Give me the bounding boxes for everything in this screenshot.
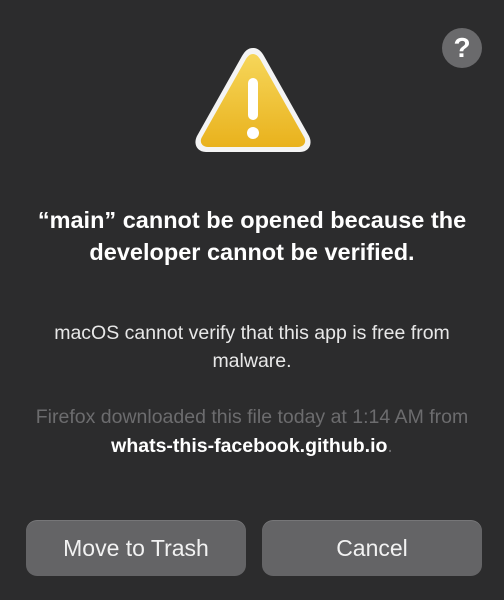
warning-triangle-icon: [195, 48, 311, 152]
gatekeeper-alert-dialog: ? “main” cannot be opened because the de…: [0, 0, 504, 600]
help-icon: ?: [453, 32, 471, 63]
download-source: whats-this-facebook.github.io: [111, 435, 388, 457]
dialog-message: macOS cannot verify that this app is fre…: [54, 322, 450, 372]
download-info-suffix: .: [387, 435, 393, 457]
help-button[interactable]: ?: [442, 28, 482, 68]
dialog-title: “main” cannot be opened because the deve…: [37, 207, 467, 265]
download-info: Firefox downloaded this file today at 1:…: [24, 403, 480, 461]
download-info-text: Firefox downloaded this file today at 1:…: [35, 406, 469, 428]
move-to-trash-button[interactable]: Move to Trash: [26, 520, 246, 576]
cancel-button[interactable]: Cancel: [262, 520, 482, 576]
